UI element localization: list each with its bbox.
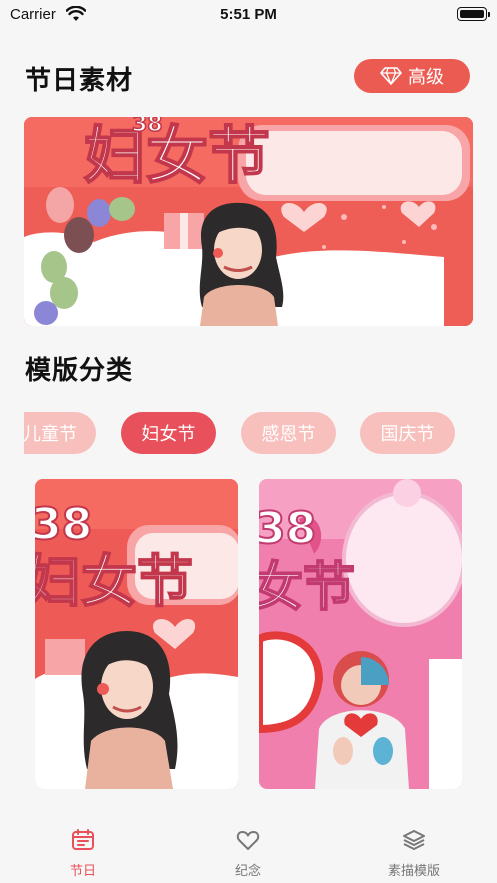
status-time: 5:51 PM xyxy=(220,6,277,23)
tab-label: 纪念 xyxy=(234,864,261,879)
template-card[interactable]: 女节 38 xyxy=(259,479,462,789)
calendar-icon xyxy=(72,829,94,850)
template-headline: 妇女节 xyxy=(35,550,193,615)
template-number: 38 xyxy=(259,503,316,554)
tab-bar: 节日 纪念 素描模版 xyxy=(0,818,497,883)
banner-number: 38 xyxy=(132,117,163,137)
category-chip[interactable]: 儿童节 xyxy=(24,412,96,454)
template-thumbnail: 妇女节 38 xyxy=(35,479,238,789)
tab-sketch-templates[interactable]: 素描模版 xyxy=(354,828,474,879)
banner-artwork: 妇女节 38 xyxy=(24,117,473,326)
diamond-icon xyxy=(380,67,402,85)
premium-button[interactable]: 高级 xyxy=(354,59,470,93)
category-label: 感恩节 xyxy=(261,424,316,445)
banner-headline: 妇女节 xyxy=(84,119,270,192)
tab-memorial[interactable]: 纪念 xyxy=(188,828,308,879)
character-illustration xyxy=(199,202,284,326)
template-thumbnail: 女节 38 xyxy=(259,479,462,789)
status-bar: Carrier 5:51 PM xyxy=(0,0,497,30)
layers-icon xyxy=(403,830,425,850)
category-label: 妇女节 xyxy=(141,424,196,445)
category-list[interactable]: 儿童节 妇女节 感恩节 国庆节 xyxy=(24,412,497,456)
featured-banner[interactable]: 妇女节 38 xyxy=(24,117,473,326)
tab-festival[interactable]: 节日 xyxy=(23,828,143,879)
section-title: 模版分类 xyxy=(25,356,134,386)
category-label: 儿童节 xyxy=(24,424,77,445)
category-chip[interactable]: 国庆节 xyxy=(360,412,455,454)
template-card[interactable]: 妇女节 38 xyxy=(35,479,238,789)
category-label: 国庆节 xyxy=(380,424,435,445)
category-chip[interactable]: 妇女节 xyxy=(121,412,216,454)
template-headline: 女节 xyxy=(259,558,355,618)
premium-label: 高级 xyxy=(408,67,444,88)
template-number: 38 xyxy=(35,499,92,550)
page-title: 节日素材 xyxy=(25,66,134,96)
category-chip[interactable]: 感恩节 xyxy=(241,412,336,454)
tab-label: 素描模版 xyxy=(387,864,440,879)
heart-icon xyxy=(236,831,260,850)
tab-label: 节日 xyxy=(69,864,96,879)
battery-icon xyxy=(457,7,490,21)
